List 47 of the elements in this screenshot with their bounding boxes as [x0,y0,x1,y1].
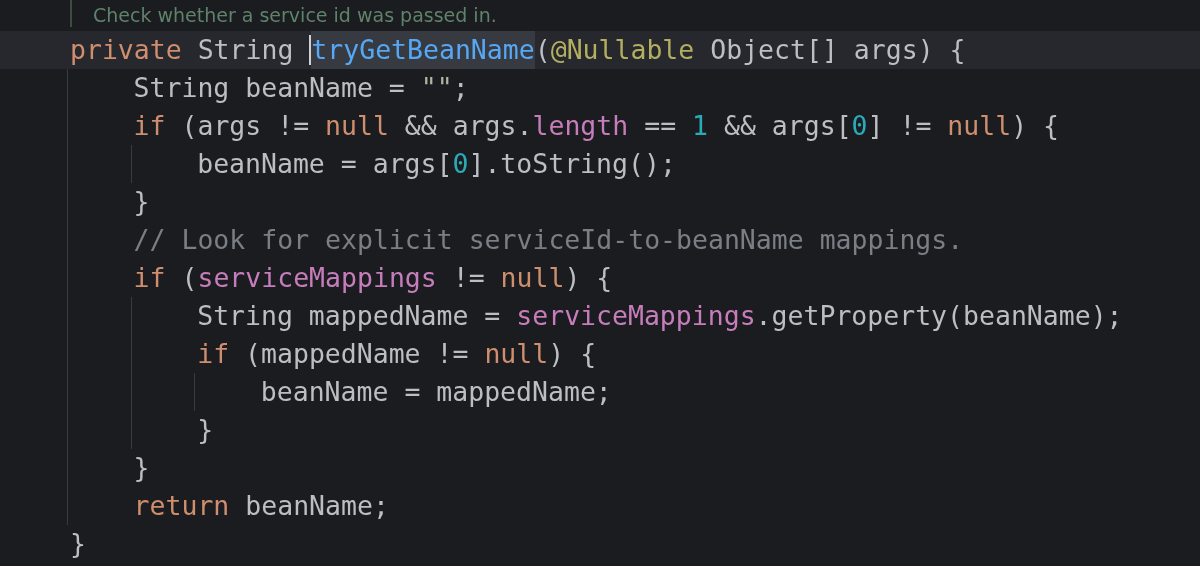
keyword: if [197,337,230,371]
keyword: if [133,261,166,295]
code-text: beanName = args[ [197,147,453,181]
field-name: serviceMappings [516,299,756,333]
doc-comment: Check whether a service id was passed in. [93,3,497,27]
code-text: ] != [867,109,933,143]
code-text: ( [180,261,198,295]
code-text: (args != [180,109,311,143]
code-text: .getProperty(beanName); [755,299,1123,333]
code-text: (mappedName != [244,337,470,371]
code-text: ; [452,71,469,105]
code-comment: // Look for explicit serviceId-to-beanName mappings. [133,223,964,257]
code-text: String mappedName = [197,299,502,333]
number-literal: 0 [452,147,469,181]
field-name: serviceMappings [197,261,437,295]
code-text: String beanName = [133,71,406,105]
keyword: null [484,337,549,371]
code-text: ) { [564,261,613,295]
code-text: != [451,261,486,295]
code-text: ) { [1011,109,1060,143]
keyword: null [947,109,1012,143]
keyword: if [133,109,166,143]
code-text: ) { [548,337,597,371]
keyword: null [325,109,389,143]
code-text: Object[] args) { [709,33,966,67]
number-literal: 0 [851,109,868,143]
code-text: String [196,33,295,67]
annotation: @Nullable [550,33,695,67]
code-text: } [133,185,150,219]
keyword: private [70,33,182,67]
code-text: ].toString(); [468,147,676,181]
code-text: } [70,527,86,561]
keyword: return [133,489,230,523]
text-cursor [309,35,312,65]
code-text: beanName; [244,489,389,523]
code-text: == [643,109,678,143]
code-text: } [197,413,214,447]
code-text: && args. [403,109,533,143]
number-literal: 1 [692,109,708,143]
keyword: null [500,261,565,295]
code-text: beanName = mappedName; [260,375,612,409]
code-text: ( [534,33,551,67]
method-name: tryGetBeanName [311,31,535,69]
string-literal: "" [420,71,453,105]
field-name: length [532,109,629,143]
code-text: && args[ [722,109,852,143]
code-text: } [133,451,150,485]
